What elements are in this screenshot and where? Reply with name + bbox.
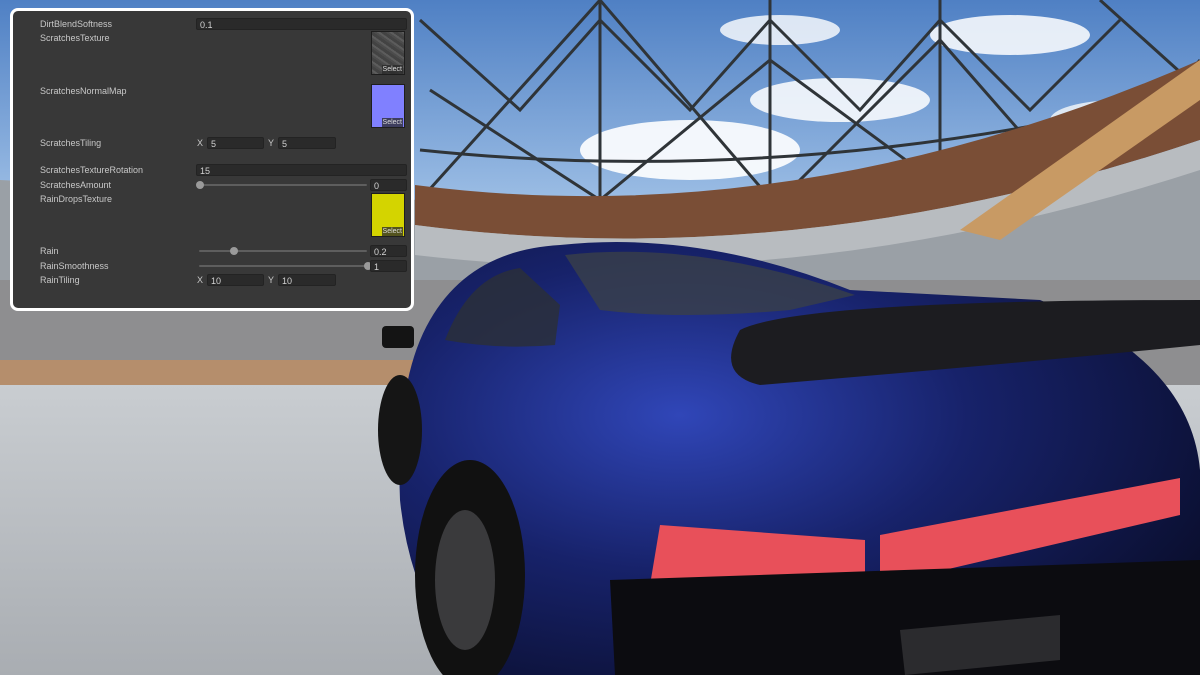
scratches-texture-row: ScratchesTexture bbox=[13, 31, 411, 47]
rain-row: Rain 0.2 bbox=[13, 244, 411, 260]
rain-field[interactable]: 0.2 bbox=[370, 245, 407, 257]
scratches-texture-rotation-row: ScratchesTextureRotation 15 bbox=[13, 163, 411, 179]
rain-drops-texture-label: RainDropsTexture bbox=[40, 194, 113, 204]
scratches-texture-slot[interactable]: Select bbox=[371, 31, 405, 75]
scratches-tiling-row: ScratchesTiling X 5 Y 5 bbox=[13, 136, 411, 152]
scratches-texture-label: ScratchesTexture bbox=[40, 33, 110, 43]
rain-tiling-label: RainTiling bbox=[40, 275, 80, 285]
scratches-amount-field[interactable]: 0 bbox=[370, 179, 407, 191]
scratches-normal-map-slot[interactable]: Select bbox=[371, 84, 405, 128]
scratches-amount-label: ScratchesAmount bbox=[40, 180, 112, 190]
rain-drops-texture-slot[interactable]: Select bbox=[371, 193, 405, 237]
scratches-amount-slider[interactable] bbox=[199, 184, 367, 186]
rain-tiling-x-label: X bbox=[197, 275, 204, 285]
scratches-tiling-y-label: Y bbox=[268, 138, 275, 148]
rain-tiling-x-field[interactable]: 10 bbox=[207, 274, 264, 286]
scratches-normal-map-row: ScratchesNormalMap bbox=[13, 84, 411, 100]
scratches-texture-select-button[interactable]: Select bbox=[381, 65, 403, 74]
rain-drops-texture-row: RainDropsTexture bbox=[13, 192, 411, 208]
rain-drops-texture-select-button[interactable]: Select bbox=[381, 227, 403, 236]
rain-smoothness-field[interactable]: 1 bbox=[370, 260, 407, 272]
rain-slider[interactable] bbox=[199, 250, 367, 252]
scratches-amount-slider-handle[interactable] bbox=[196, 181, 204, 189]
rain-smoothness-label: RainSmoothness bbox=[40, 261, 109, 271]
rain-tiling-row: RainTiling X 10 Y 10 bbox=[13, 273, 411, 289]
scratches-normal-map-label: ScratchesNormalMap bbox=[40, 86, 127, 96]
scratches-normal-map-select-button[interactable]: Select bbox=[381, 118, 403, 127]
scratches-texture-rotation-field[interactable]: 15 bbox=[196, 164, 407, 176]
rain-slider-handle[interactable] bbox=[229, 247, 238, 255]
rain-smoothness-slider[interactable] bbox=[199, 265, 367, 267]
rain-label: Rain bbox=[40, 246, 59, 256]
rain-tiling-y-field[interactable]: 10 bbox=[278, 274, 336, 286]
scratches-tiling-x-field[interactable]: 5 bbox=[207, 137, 264, 149]
material-inspector-panel: DirtBlendSoftness 0.1 ScratchesTexture S… bbox=[10, 8, 414, 311]
rain-tiling-y-label: Y bbox=[268, 275, 275, 285]
scratches-tiling-label: ScratchesTiling bbox=[40, 138, 102, 148]
scratches-tiling-y-field[interactable]: 5 bbox=[278, 137, 336, 149]
scratches-texture-rotation-label: ScratchesTextureRotation bbox=[40, 165, 144, 175]
scratches-tiling-x-label: X bbox=[197, 138, 204, 148]
dirt-blend-softness-label: DirtBlendSoftness bbox=[40, 19, 113, 29]
dirt-blend-softness-field[interactable]: 0.1 bbox=[196, 18, 407, 30]
car bbox=[378, 242, 1200, 675]
